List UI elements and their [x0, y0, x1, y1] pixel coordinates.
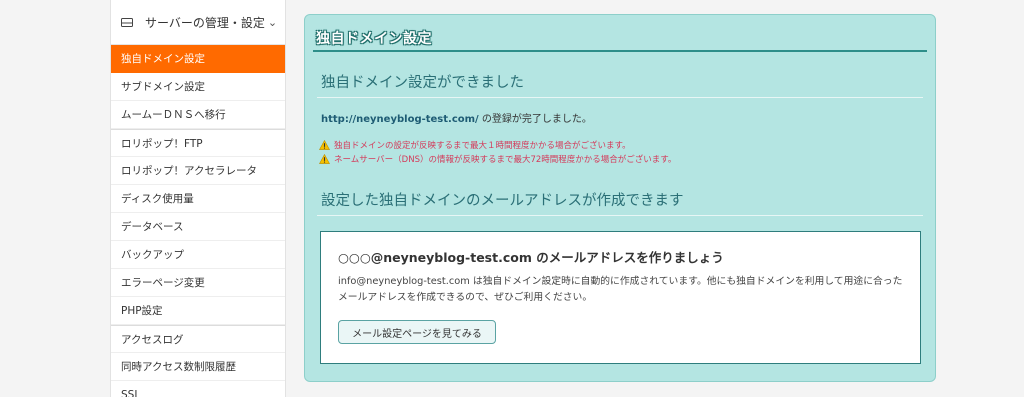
main-panel: 独自ドメイン設定 独自ドメイン設定ができました http://neyneyblo… [304, 14, 936, 382]
chevron-down-icon: ⌄ [267, 15, 278, 29]
sidebar-item-subdomain[interactable]: サブドメイン設定 [111, 73, 285, 101]
sidebar-item-label: 同時アクセス数制限履歴 [121, 361, 236, 373]
mail-heading: 設定した独自ドメインのメールアドレスが作成できます [321, 193, 684, 209]
sidebar-item-accelerator[interactable]: ロリポップ！アクセラレータ [111, 157, 285, 185]
title-bar: 独自ドメイン設定 [313, 20, 927, 52]
sidebar-item-disk-usage[interactable]: ディスク使用量 [111, 185, 285, 213]
sidebar-item-custom-domain[interactable]: 独自ドメイン設定 [111, 45, 285, 73]
sidebar-item-label: PHP設定 [121, 305, 163, 317]
sidebar-item-label: SSL [121, 388, 141, 397]
sidebar-item-ftp[interactable]: ロリポップ！FTP [111, 129, 285, 157]
sidebar-item-access-log[interactable]: アクセスログ [111, 325, 285, 353]
sidebar-item-label: バックアップ [121, 249, 184, 261]
warning-line: ネームサーバー（DNS）の情報が反映するまで最大72時間程度かかる場合がございま… [319, 153, 676, 165]
registration-message: http://neyneyblog-test.com/ の登録が完了しました。 [321, 110, 592, 125]
registered-text: の登録が完了しました。 [478, 114, 592, 125]
mail-settings-button[interactable]: メール設定ページを見てみる [338, 320, 496, 344]
warning-line: 独自ドメインの設定が反映するまで最大１時間程度かかる場合がございます。 [319, 139, 631, 151]
sidebar-item-backup[interactable]: バックアップ [111, 241, 285, 269]
sidebar-item-label: アクセスログ [121, 333, 184, 346]
warning-text: 独自ドメインの設定が反映するまで最大１時間程度かかる場合がございます。 [334, 141, 631, 151]
sidebar-item-access-limit-history[interactable]: 同時アクセス数制限履歴 [111, 353, 285, 381]
warning-triangle-icon [319, 140, 330, 150]
warning-triangle-icon [319, 154, 330, 164]
divider [317, 97, 923, 98]
sidebar-item-muumuu-dns[interactable]: ムームーＤＮＳへ移行 [111, 101, 285, 129]
sidebar-item-label: サブドメイン設定 [121, 81, 205, 93]
sidebar-item-ssl[interactable]: SSL [111, 381, 285, 397]
sidebar-item-label: 独自ドメイン設定 [121, 53, 205, 65]
sidebar-section-title: サーバーの管理・設定 [145, 15, 265, 30]
card-title: ○○○@neyneyblog-test.com のメールアドレスを作りましょう [338, 250, 724, 265]
sidebar-item-label: エラーページ変更 [121, 277, 205, 289]
mail-card: ○○○@neyneyblog-test.com のメールアドレスを作りましょう … [320, 231, 921, 364]
success-heading: 独自ドメイン設定ができました [321, 75, 524, 91]
server-icon [121, 17, 135, 27]
divider [317, 215, 923, 216]
warning-text: ネームサーバー（DNS）の情報が反映するまで最大72時間程度かかる場合がございま… [334, 155, 677, 165]
registered-url: http://neyneyblog-test.com/ [321, 114, 479, 125]
sidebar-item-label: ロリポップ！FTP [121, 137, 203, 150]
sidebar-item-label: ディスク使用量 [121, 193, 194, 205]
sidebar-item-label: データベース [121, 221, 184, 233]
sidebar-item-label: ロリポップ！アクセラレータ [121, 165, 257, 177]
sidebar-item-database[interactable]: データベース [111, 213, 285, 241]
sidebar: サーバーの管理・設定 ⌄ 独自ドメイン設定 サブドメイン設定 ムームーＤＮＳへ移… [110, 0, 286, 397]
sidebar-item-php[interactable]: PHP設定 [111, 297, 285, 325]
sidebar-item-label: ムームーＤＮＳへ移行 [121, 109, 226, 121]
sidebar-section-header[interactable]: サーバーの管理・設定 ⌄ [111, 0, 285, 45]
card-description: info@neyneyblog-test.com は独自ドメイン設定時に自動的に… [338, 276, 903, 303]
page-title: 独自ドメイン設定 [316, 31, 432, 47]
sidebar-item-error-page[interactable]: エラーページ変更 [111, 269, 285, 297]
